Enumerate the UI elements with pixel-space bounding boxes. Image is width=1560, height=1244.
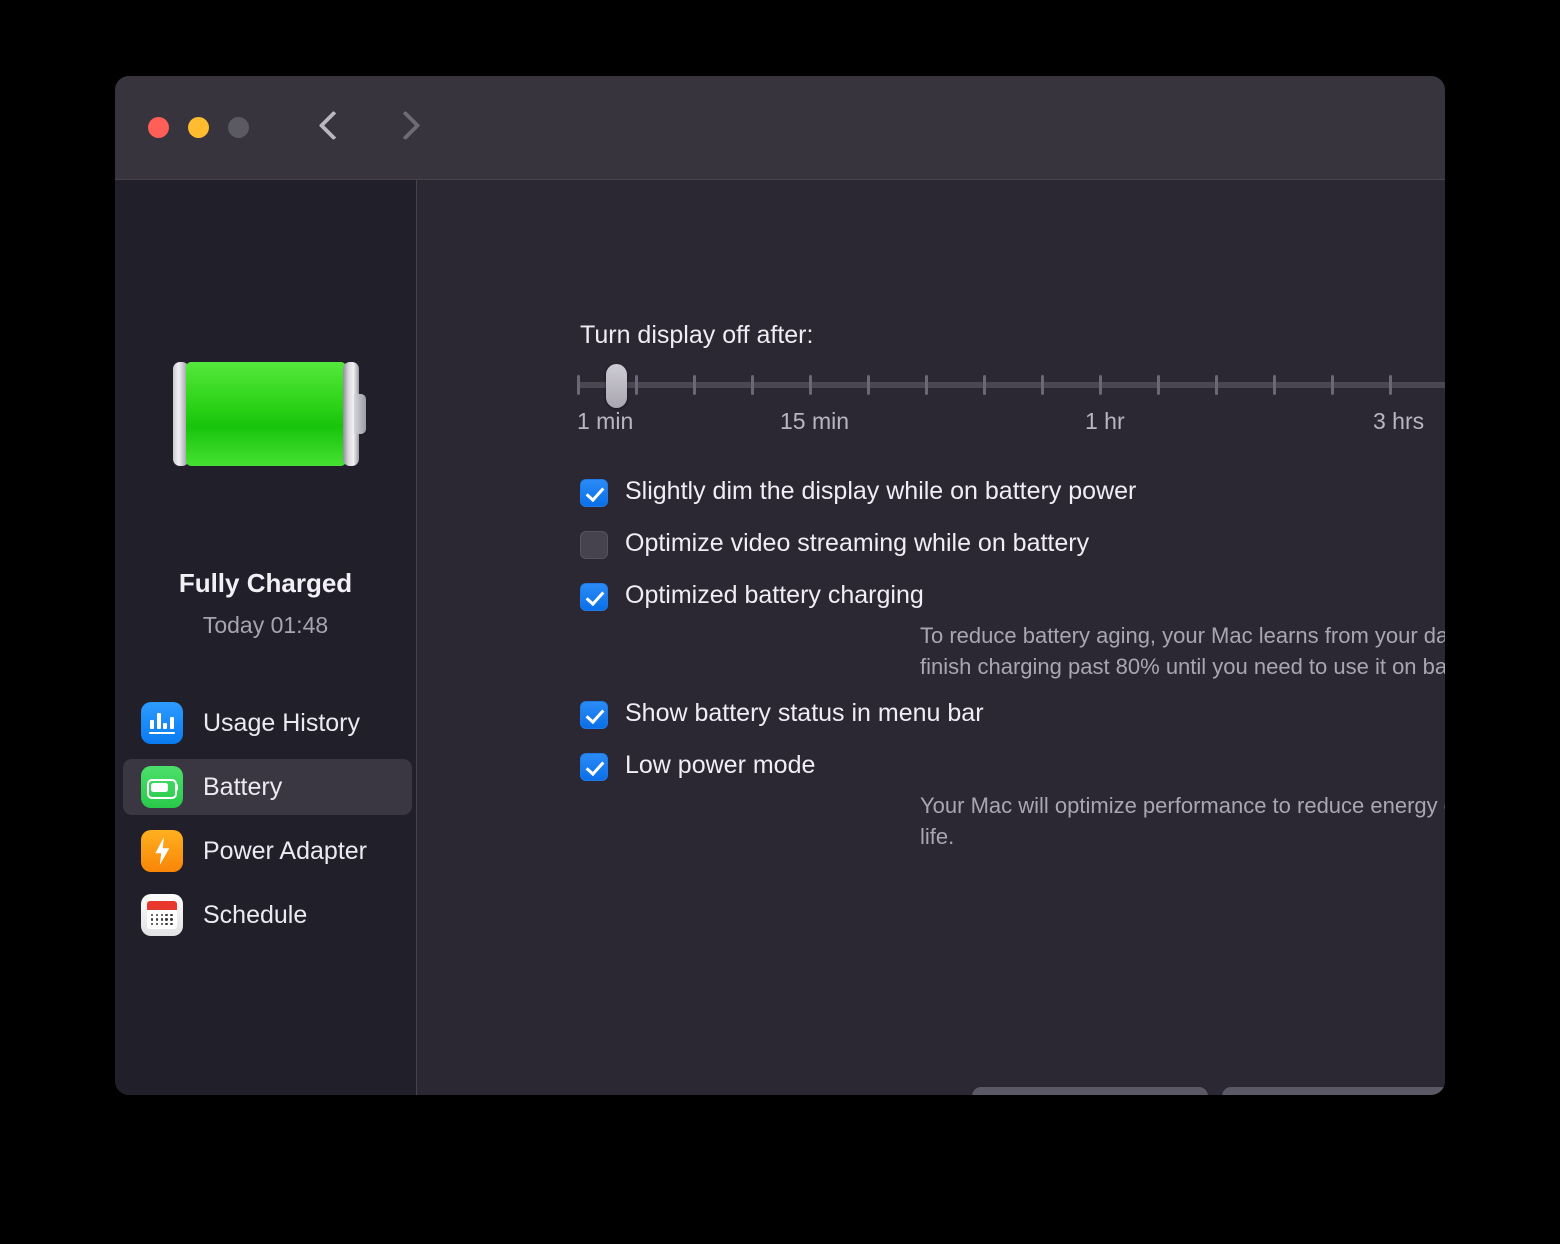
option-dim-display[interactable]: Slightly dim the display while on batter… — [580, 476, 1136, 507]
slider-mark: 1 min — [577, 408, 633, 435]
slider-mark: 1 hr — [1085, 408, 1125, 435]
battery-icon — [141, 766, 183, 808]
sidebar: Fully Charged Today 01:48 Usage History … — [115, 180, 417, 1095]
zoom-button[interactable] — [228, 117, 249, 138]
slider-tick-labels: 1 min 15 min 1 hr 3 hrs Never — [577, 408, 1445, 440]
slider-thumb[interactable] — [606, 364, 627, 408]
system-preferences-window: Battery Fully Charged Today 01:48 Usage … — [115, 76, 1445, 1095]
back-button[interactable] — [311, 108, 351, 148]
slider-track[interactable] — [577, 382, 1445, 388]
option-low-power-mode[interactable]: Low power mode — [580, 750, 815, 781]
battery-full-graphic — [173, 362, 359, 466]
restore-defaults-button[interactable]: Restore Defaults — [1222, 1087, 1445, 1095]
option-label: Low power mode — [625, 750, 815, 780]
sidebar-item-label: Power Adapter — [203, 837, 367, 866]
option-show-battery-status[interactable]: Show battery status in menu bar — [580, 698, 984, 729]
option-label: Slightly dim the display while on batter… — [625, 476, 1136, 506]
checkbox[interactable] — [580, 479, 608, 507]
display-sleep-slider[interactable] — [577, 370, 1445, 400]
option-low-power-mode-description: Your Mac will optimize performance to re… — [920, 790, 1445, 852]
title-bar: Battery — [115, 76, 1445, 180]
forward-button[interactable] — [387, 108, 427, 148]
option-optimized-charging[interactable]: Optimized battery charging — [580, 580, 924, 611]
sidebar-item-battery[interactable]: Battery — [123, 759, 412, 815]
option-label: Optimized battery charging — [625, 580, 924, 610]
sidebar-list: Usage History Battery Power Adapter — [123, 695, 412, 951]
traffic-lights — [148, 117, 249, 138]
display-sleep-label: Turn display off after: — [580, 321, 813, 350]
checkbox[interactable] — [580, 753, 608, 781]
close-button[interactable] — [148, 117, 169, 138]
sidebar-item-label: Schedule — [203, 901, 307, 930]
checkbox[interactable] — [580, 531, 608, 559]
main-panel: Turn display off after: 1 min 15 min 1 — [417, 180, 1445, 1095]
checkbox[interactable] — [580, 701, 608, 729]
slider-mark: 3 hrs — [1373, 408, 1424, 435]
checkbox[interactable] — [580, 583, 608, 611]
chevron-right-icon — [391, 111, 421, 141]
schedule-calendar-icon — [141, 894, 183, 936]
sidebar-item-label: Battery — [203, 773, 282, 802]
battery-health-button[interactable]: Battery Health… — [972, 1087, 1208, 1095]
sidebar-item-usage-history[interactable]: Usage History — [123, 695, 412, 751]
option-label: Optimize video streaming while on batter… — [625, 528, 1089, 558]
power-adapter-icon — [141, 830, 183, 872]
sidebar-item-label: Usage History — [203, 709, 360, 738]
slider-mark: 15 min — [780, 408, 849, 435]
usage-history-icon — [141, 702, 183, 744]
chevron-left-icon — [319, 111, 349, 141]
option-optimize-video[interactable]: Optimize video streaming while on batter… — [580, 528, 1089, 559]
minimize-button[interactable] — [188, 117, 209, 138]
sidebar-item-power-adapter[interactable]: Power Adapter — [123, 823, 412, 879]
battery-status-text: Fully Charged — [115, 568, 416, 599]
option-label: Show battery status in menu bar — [625, 698, 984, 728]
option-optimized-charging-description: To reduce battery aging, your Mac learns… — [920, 620, 1445, 682]
battery-status-time: Today 01:48 — [115, 612, 416, 639]
sidebar-item-schedule[interactable]: Schedule — [123, 887, 412, 943]
